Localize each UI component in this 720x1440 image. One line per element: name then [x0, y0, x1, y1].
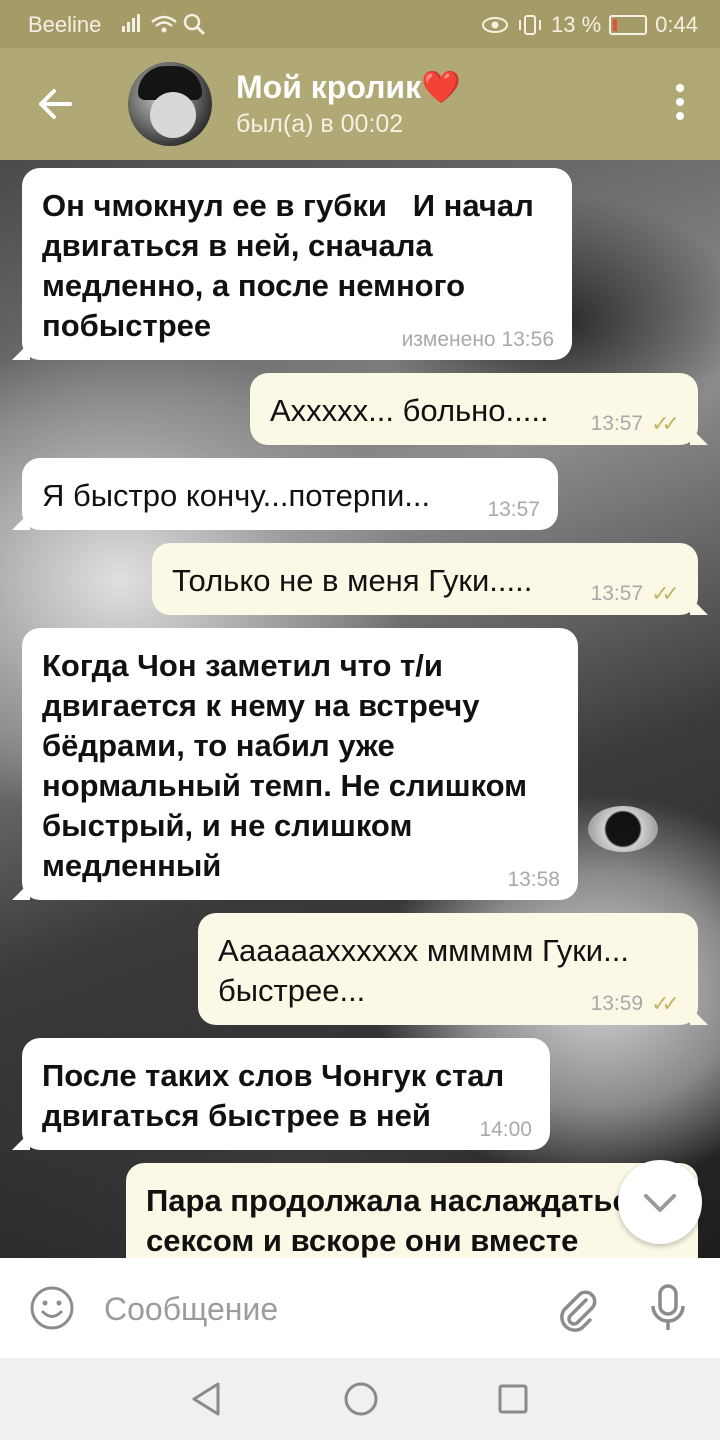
message-text: Я быстро кончу...потерпи...	[42, 478, 431, 513]
paperclip-icon[interactable]	[552, 1284, 600, 1332]
read-ticks-icon: ✓✓	[651, 991, 680, 1016]
message-meta: 13:58	[507, 868, 560, 891]
system-nav-bar	[0, 1358, 720, 1440]
message-text: После таких слов Чонгук стал двигаться б…	[42, 1058, 513, 1133]
nav-back-icon[interactable]	[188, 1380, 224, 1418]
message-meta: 14:00	[479, 1118, 532, 1141]
more-vert-icon[interactable]	[670, 84, 690, 124]
nav-home-icon[interactable]	[342, 1380, 380, 1418]
chat-area[interactable]: Он чмокнул ее в губки И начал двигаться …	[0, 160, 720, 1258]
carrier-name: Beeline	[28, 12, 102, 37]
nav-recents-icon[interactable]	[496, 1382, 530, 1416]
battery-icon	[609, 15, 648, 35]
message-meta: 13:57 ✓✓	[591, 581, 680, 607]
chat-title[interactable]: Мой кролик❤️	[236, 68, 461, 106]
message-text: Пара продолжала наслаждаться сексом и вс…	[146, 1183, 648, 1258]
microphone-icon[interactable]	[644, 1282, 692, 1334]
message-bubble-incoming[interactable]: Он чмокнул ее в губки И начал двигаться …	[12, 168, 572, 360]
eye-icon	[482, 17, 509, 33]
message-meta: 13:57 ✓✓	[591, 411, 680, 437]
status-bar: Beeline 13 % 0:44	[0, 0, 720, 48]
message-meta: изменено 13:56	[401, 328, 554, 351]
emoji-icon[interactable]	[28, 1284, 76, 1332]
message-bubble-incoming[interactable]: Я быстро кончу...потерпи... 13:57	[12, 458, 558, 530]
background-photo	[588, 806, 658, 852]
vibrate-icon	[519, 15, 542, 35]
message-bubble-outgoing[interactable]: Аххххх... больно..... 13:57 ✓✓	[250, 373, 708, 445]
clock: 0:44	[655, 12, 698, 37]
battery-percent: 13 %	[551, 12, 602, 37]
status-right: 13 % 0:44	[481, 12, 698, 38]
message-bubble-incoming[interactable]: Когда Чон заметил что т/и двигается к не…	[12, 628, 578, 900]
avatar[interactable]	[128, 62, 212, 146]
read-ticks-icon: ✓✓	[651, 411, 680, 436]
message-composer	[0, 1258, 720, 1358]
back-arrow-icon[interactable]	[30, 78, 82, 130]
signal-wifi-search-icons	[122, 12, 212, 42]
message-text: Он чмокнул ее в губки И начал двигаться …	[42, 188, 543, 343]
message-meta: 13:59 ✓✓	[591, 991, 680, 1017]
message-bubble-incoming[interactable]: После таких слов Чонгук стал двигаться б…	[12, 1038, 550, 1150]
message-text: Когда Чон заметил что т/и двигается к не…	[42, 648, 536, 883]
message-bubble-outgoing[interactable]: Ааааааххххxх ммммм Гуки... быстрее... 13…	[198, 913, 708, 1025]
message-input[interactable]	[102, 1278, 526, 1340]
heart-emoji: ❤️	[421, 69, 461, 105]
scroll-down-button[interactable]	[618, 1160, 702, 1244]
chevron-down-icon	[644, 1194, 676, 1212]
message-meta: 13:57	[487, 498, 540, 521]
message-bubble-outgoing[interactable]: Только не в меня Гуки..... 13:57 ✓✓	[152, 543, 708, 615]
last-seen-status: был(а) в 00:02	[236, 110, 404, 138]
message-bubble-outgoing[interactable]: Пара продолжала наслаждаться сексом и вс…	[126, 1163, 698, 1258]
read-ticks-icon: ✓✓	[651, 581, 680, 606]
chat-header: Мой кролик❤️ был(а) в 00:02	[0, 48, 720, 160]
